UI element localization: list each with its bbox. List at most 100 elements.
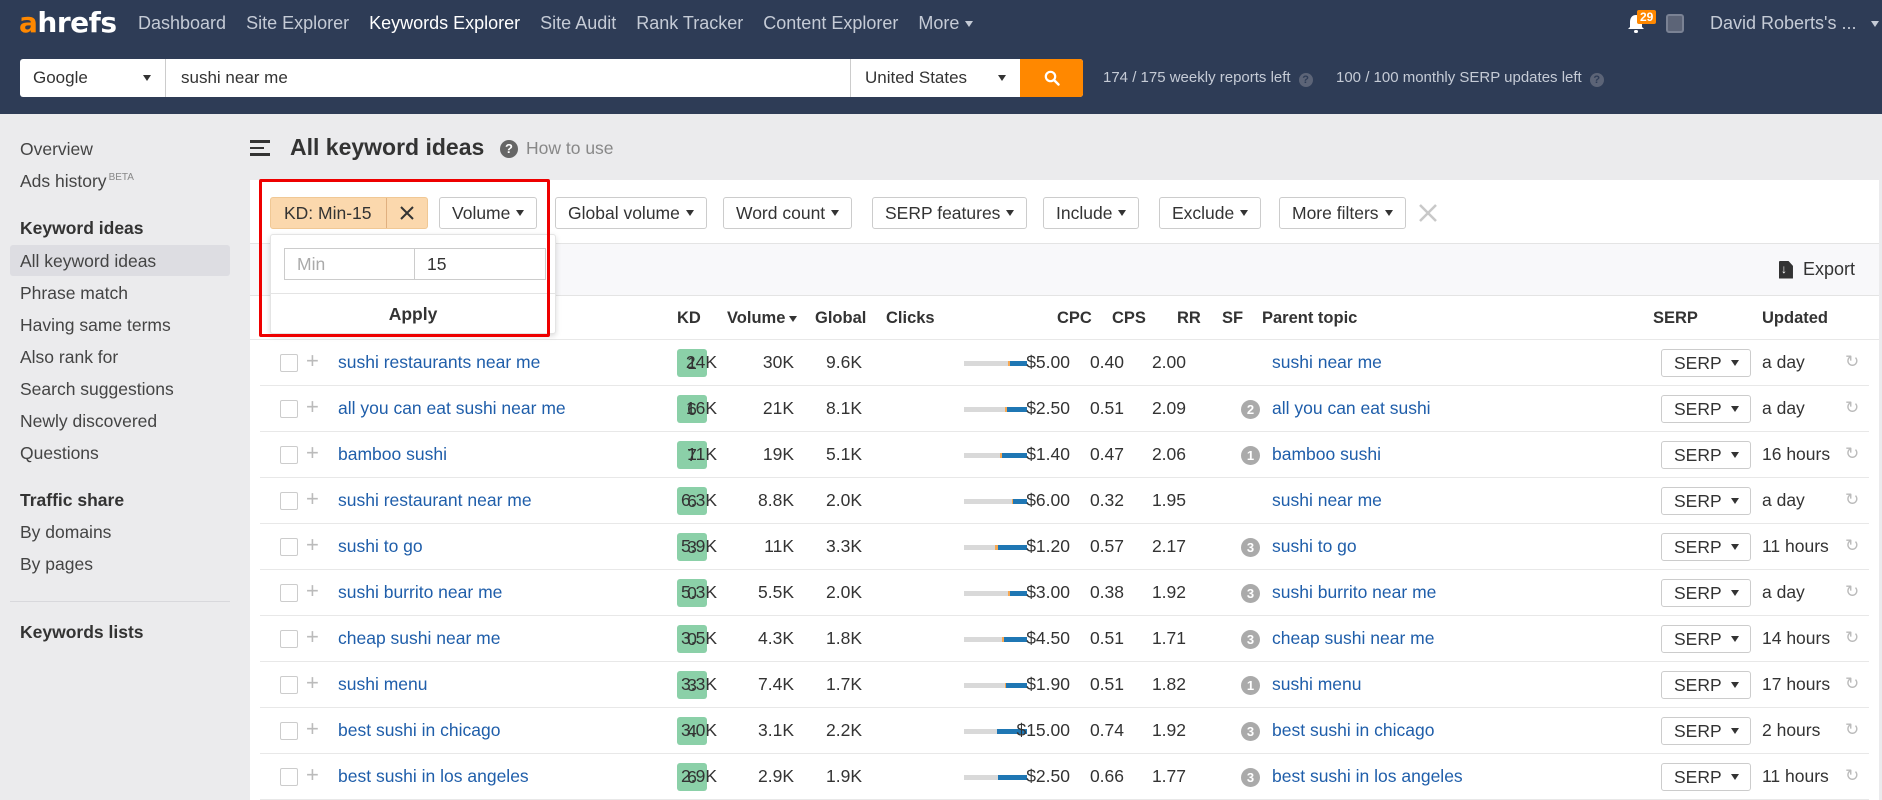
- sidebar-item-search-suggestions[interactable]: Search suggestions: [20, 379, 174, 400]
- parent-topic-link[interactable]: sushi near me: [1272, 490, 1382, 511]
- nav-more[interactable]: More: [918, 13, 974, 34]
- row-checkbox[interactable]: [280, 446, 298, 464]
- parent-topic-link[interactable]: best sushi in chicago: [1272, 720, 1434, 741]
- keyword-link[interactable]: cheap sushi near me: [338, 628, 500, 649]
- column-header-rr[interactable]: RR: [1177, 309, 1201, 328]
- remove-kd-filter-button[interactable]: [387, 198, 427, 228]
- keyword-link[interactable]: bamboo sushi: [338, 444, 447, 465]
- add-to-list-icon[interactable]: +: [306, 672, 319, 694]
- kd-max-input[interactable]: [415, 249, 545, 279]
- sidebar-item-questions[interactable]: Questions: [20, 443, 99, 464]
- keyword-search-input[interactable]: [166, 59, 850, 97]
- parent-topic-link[interactable]: sushi to go: [1272, 536, 1357, 557]
- global-volume-filter-button[interactable]: Global volume: [555, 197, 707, 229]
- serp-features-count-badge[interactable]: 3: [1241, 538, 1260, 557]
- serp-dropdown-button[interactable]: SERP: [1661, 487, 1751, 515]
- serp-features-count-badge[interactable]: 3: [1241, 722, 1260, 741]
- search-button[interactable]: [1020, 59, 1083, 97]
- ahrefs-logo[interactable]: ahrefs: [19, 6, 117, 39]
- serp-dropdown-button[interactable]: SERP: [1661, 625, 1751, 653]
- kd-filter-chip[interactable]: KD: Min-15: [270, 197, 428, 229]
- nav-site-explorer[interactable]: Site Explorer: [246, 13, 349, 34]
- column-header-volume[interactable]: Volume: [727, 309, 798, 328]
- sidebar-item-also-rank-for[interactable]: Also rank for: [20, 347, 118, 368]
- serp-dropdown-button[interactable]: SERP: [1661, 441, 1751, 469]
- add-to-list-icon[interactable]: +: [306, 718, 319, 740]
- row-checkbox[interactable]: [280, 630, 298, 648]
- row-checkbox[interactable]: [280, 768, 298, 786]
- row-checkbox[interactable]: [280, 676, 298, 694]
- add-to-list-icon[interactable]: +: [306, 626, 319, 648]
- parent-topic-link[interactable]: cheap sushi near me: [1272, 628, 1434, 649]
- parent-topic-link[interactable]: all you can eat sushi: [1272, 398, 1431, 419]
- sidebar-item-by-pages[interactable]: By pages: [20, 554, 93, 575]
- parent-topic-link[interactable]: sushi near me: [1272, 352, 1382, 373]
- refresh-icon[interactable]: ↻: [1845, 398, 1859, 418]
- add-to-list-icon[interactable]: +: [306, 764, 319, 786]
- refresh-icon[interactable]: ↻: [1845, 352, 1859, 372]
- apply-button[interactable]: Apply: [271, 295, 555, 333]
- refresh-icon[interactable]: ↻: [1845, 536, 1859, 556]
- serp-features-filter-button[interactable]: SERP features: [872, 197, 1028, 229]
- account-menu[interactable]: David Roberts's ...: [1710, 13, 1879, 34]
- serp-features-count-badge[interactable]: 1: [1241, 446, 1260, 465]
- add-to-list-icon[interactable]: +: [306, 580, 319, 602]
- serp-features-count-badge[interactable]: 3: [1241, 630, 1260, 649]
- parent-topic-link[interactable]: sushi burrito near me: [1272, 582, 1436, 603]
- inbox-icon[interactable]: [1666, 14, 1684, 33]
- clear-filters-icon[interactable]: [1418, 203, 1438, 223]
- column-header-kd[interactable]: KD: [677, 309, 701, 328]
- refresh-icon[interactable]: ↻: [1845, 766, 1859, 786]
- keyword-link[interactable]: sushi restaurants near me: [338, 352, 540, 373]
- serp-dropdown-button[interactable]: SERP: [1661, 395, 1751, 423]
- serp-dropdown-button[interactable]: SERP: [1661, 763, 1751, 791]
- search-engine-select[interactable]: Google: [20, 59, 166, 97]
- row-checkbox[interactable]: [280, 722, 298, 740]
- sidebar-item-having-same-terms[interactable]: Having same terms: [20, 315, 171, 336]
- help-icon[interactable]: ?: [1298, 73, 1313, 87]
- refresh-icon[interactable]: ↻: [1845, 582, 1859, 602]
- nav-keywords-explorer[interactable]: Keywords Explorer: [369, 13, 520, 34]
- column-header-cpc[interactable]: CPC: [1057, 309, 1092, 328]
- keyword-link[interactable]: sushi to go: [338, 536, 423, 557]
- sidebar-item-keywords-lists[interactable]: Keywords lists: [20, 622, 144, 643]
- column-header-global[interactable]: Global: [815, 309, 866, 328]
- sidebar-item-all-keyword-ideas[interactable]: All keyword ideas: [20, 251, 156, 272]
- row-checkbox[interactable]: [280, 492, 298, 510]
- serp-features-count-badge[interactable]: 3: [1241, 768, 1260, 787]
- volume-filter-button[interactable]: Volume: [439, 197, 538, 229]
- keyword-link[interactable]: best sushi in los angeles: [338, 766, 529, 787]
- serp-dropdown-button[interactable]: SERP: [1661, 671, 1751, 699]
- sidebar-item-overview[interactable]: Overview: [20, 139, 93, 160]
- keyword-link[interactable]: sushi menu: [338, 674, 428, 695]
- serp-features-count-badge[interactable]: 2: [1241, 400, 1260, 419]
- serp-dropdown-button[interactable]: SERP: [1661, 533, 1751, 561]
- add-to-list-icon[interactable]: +: [306, 534, 319, 556]
- help-icon[interactable]: ?: [1589, 73, 1604, 87]
- serp-dropdown-button[interactable]: SERP: [1661, 579, 1751, 607]
- include-filter-button[interactable]: Include: [1043, 197, 1140, 229]
- country-select[interactable]: United States: [850, 59, 1020, 97]
- sidebar-item-newly-discovered[interactable]: Newly discovered: [20, 411, 157, 432]
- refresh-icon[interactable]: ↻: [1845, 444, 1859, 464]
- parent-topic-link[interactable]: sushi menu: [1272, 674, 1362, 695]
- menu-toggle-icon[interactable]: [250, 140, 270, 156]
- column-header-clicks[interactable]: Clicks: [886, 309, 935, 328]
- column-header-parent-topic[interactable]: Parent topic: [1262, 309, 1357, 328]
- parent-topic-link[interactable]: bamboo sushi: [1272, 444, 1381, 465]
- more-filters-button[interactable]: More filters: [1279, 197, 1406, 229]
- sidebar-item-by-domains[interactable]: By domains: [20, 522, 111, 543]
- serp-dropdown-button[interactable]: SERP: [1661, 717, 1751, 745]
- nav-content-explorer[interactable]: Content Explorer: [763, 13, 898, 34]
- keyword-link[interactable]: all you can eat sushi near me: [338, 398, 566, 419]
- row-checkbox[interactable]: [280, 584, 298, 602]
- how-to-use-link[interactable]: ? How to use: [500, 138, 614, 159]
- serp-features-count-badge[interactable]: 3: [1241, 584, 1260, 603]
- add-to-list-icon[interactable]: +: [306, 396, 319, 418]
- parent-topic-link[interactable]: best sushi in los angeles: [1272, 766, 1463, 787]
- keyword-link[interactable]: sushi restaurant near me: [338, 490, 532, 511]
- sidebar-item-phrase-match[interactable]: Phrase match: [20, 283, 128, 304]
- add-to-list-icon[interactable]: +: [306, 488, 319, 510]
- nav-dashboard[interactable]: Dashboard: [138, 13, 226, 34]
- keyword-link[interactable]: sushi burrito near me: [338, 582, 502, 603]
